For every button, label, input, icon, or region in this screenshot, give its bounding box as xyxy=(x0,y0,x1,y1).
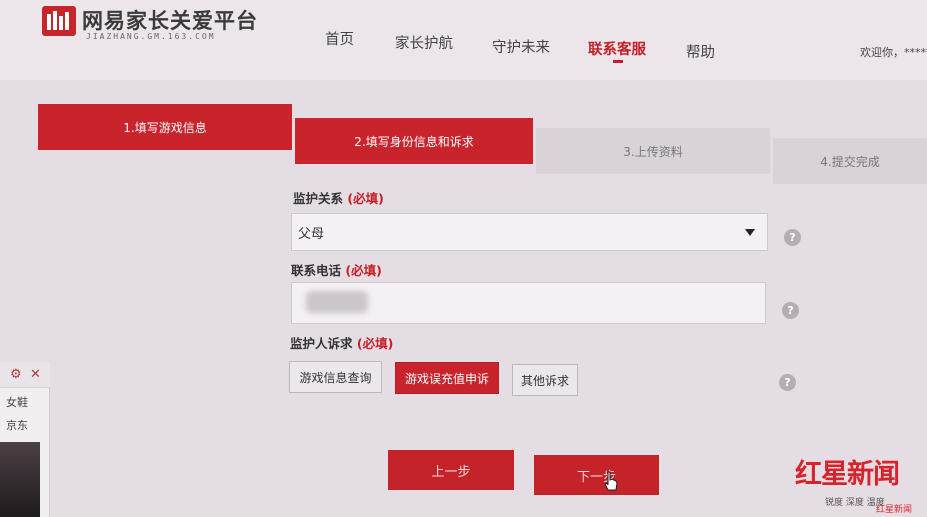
side-ad-panel: ⚙ ✕ 女鞋 京东 xyxy=(0,362,50,517)
close-icon[interactable]: ✕ xyxy=(30,367,41,383)
help-icon[interactable]: ? xyxy=(782,302,799,319)
watermark-logo: 红星新闻 xyxy=(795,459,900,490)
relation-select[interactable]: 父母 xyxy=(291,213,768,251)
nav-contact-service[interactable]: 联系客服 xyxy=(588,38,646,59)
prev-step-button[interactable]: 上一步 xyxy=(388,450,514,490)
settings-icon[interactable]: ⚙ xyxy=(10,367,22,383)
relation-label: 监护关系 (必填) xyxy=(293,188,384,207)
site-title[interactable]: 网易家长关爱平台 xyxy=(82,5,258,35)
help-icon[interactable]: ? xyxy=(779,374,796,391)
step-1: 1.填写游戏信息 xyxy=(38,104,292,150)
side-item[interactable]: 女鞋 xyxy=(6,394,28,410)
hand-cursor-icon xyxy=(604,471,618,491)
welcome-user[interactable]: 欢迎你，***** xyxy=(860,44,927,60)
watermark-mini: 红星新闻 xyxy=(876,505,913,515)
redacted-phone xyxy=(306,291,368,313)
phone-input[interactable] xyxy=(291,282,766,324)
phone-label: 联系电话 (必填) xyxy=(291,260,382,279)
chevron-down-icon xyxy=(745,229,755,236)
appeal-option-other[interactable]: 其他诉求 xyxy=(512,364,578,396)
relation-select-value: 父母 xyxy=(298,226,325,242)
step-4: 4.提交完成 xyxy=(773,138,927,184)
netease-logo-icon[interactable] xyxy=(42,6,76,36)
help-icon[interactable]: ? xyxy=(784,229,801,246)
nav-home[interactable]: 首页 xyxy=(325,28,354,49)
appeal-option-info-query[interactable]: 游戏信息查询 xyxy=(289,361,382,393)
side-ad-image[interactable] xyxy=(0,442,40,517)
nav-active-indicator xyxy=(613,60,623,63)
nav-help[interactable]: 帮助 xyxy=(686,41,715,62)
side-panel-header: ⚙ ✕ xyxy=(0,362,50,388)
step-label: 2.填写身份信息和诉求 xyxy=(354,134,474,149)
step-label: 4.提交完成 xyxy=(820,154,880,169)
step-3: 3.上传资料 xyxy=(536,128,770,174)
appeal-option-mistaken-recharge[interactable]: 游戏误充值申诉 xyxy=(395,362,499,394)
phone-label-text: 联系电话 xyxy=(291,263,342,278)
appeal-label-text: 监护人诉求 xyxy=(290,336,353,351)
side-item[interactable]: 京东 xyxy=(6,417,28,433)
required-mark: (必填) xyxy=(345,263,382,278)
required-mark: (必填) xyxy=(356,336,394,351)
relation-label-text: 监护关系 xyxy=(293,191,344,206)
nav-guard-future[interactable]: 守护未来 xyxy=(492,36,550,57)
step-label: 3.上传资料 xyxy=(623,144,683,159)
nav-parent-escort[interactable]: 家长护航 xyxy=(395,32,453,53)
step-label: 1.填写游戏信息 xyxy=(123,120,207,135)
site-domain: JIAZHANG.GM.163.COM xyxy=(86,32,216,41)
next-step-button[interactable]: 下一步 xyxy=(534,455,659,495)
step-2: 2.填写身份信息和诉求 xyxy=(295,118,533,164)
required-mark: (必填) xyxy=(347,191,384,206)
appeal-label: 监护人诉求 (必填) xyxy=(290,333,393,352)
site-header: 网易家长关爱平台 JIAZHANG.GM.163.COM 首页 家长护航 守护未… xyxy=(0,0,927,80)
